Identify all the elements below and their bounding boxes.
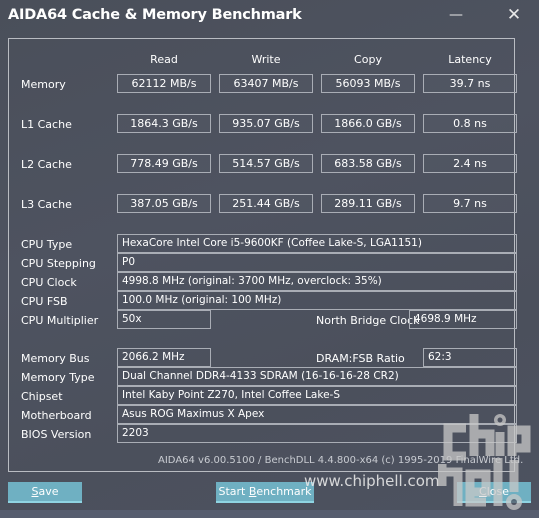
l3-cache-read-value: 387.05 GB/s: [117, 194, 211, 213]
memory-write-value: 63407 MB/s: [219, 74, 313, 93]
memory-read-value: 62112 MB/s: [117, 74, 211, 93]
cpu-clock-value: 4998.8 MHz (original: 3700 MHz, overcloc…: [117, 272, 517, 291]
l2-cache-latency-value: 2.4 ns: [423, 154, 517, 173]
dram-fsb-ratio-value: 62:3: [423, 348, 517, 367]
start-label-pre: Start: [218, 485, 249, 498]
row-label-memory: Memory: [21, 78, 66, 91]
memory-bus-value: 2066.2 MHz: [117, 348, 211, 367]
column-header-write: Write: [251, 53, 281, 66]
cpu-multiplier-label: CPU Multiplier: [21, 314, 99, 327]
cpu-fsb-value: 100.0 MHz (original: 100 MHz): [117, 291, 517, 310]
memory-type-label: Memory Type: [21, 371, 95, 384]
watermark-url: www.chiphell.com: [304, 472, 440, 490]
cpu-stepping-label: CPU Stepping: [21, 257, 96, 270]
window-title: AIDA64 Cache & Memory Benchmark: [8, 7, 302, 23]
column-header-latency: Latency: [448, 53, 492, 66]
save-button[interactable]: Save: [8, 482, 82, 503]
memory-type-value: Dual Channel DDR4-4133 SDRAM (16-16-16-2…: [117, 367, 517, 386]
cpu-type-value: HexaCore Intel Core i5-9600KF (Coffee La…: [117, 234, 517, 253]
dram-fsb-ratio-label: DRAM:FSB Ratio: [316, 352, 405, 365]
cpu-fsb-label: CPU FSB: [21, 295, 68, 308]
cpu-multiplier-value: 50x: [117, 310, 211, 329]
close-window-button[interactable]: ✕: [504, 6, 524, 26]
row-label-l3-cache: L3 Cache: [21, 198, 72, 211]
cpu-type-label: CPU Type: [21, 238, 73, 251]
minimize-button[interactable]: —: [446, 6, 466, 26]
l2-cache-write-value: 514.57 GB/s: [219, 154, 313, 173]
l3-cache-copy-value: 289.11 GB/s: [321, 194, 415, 213]
column-header-read: Read: [150, 53, 178, 66]
column-header-copy: Copy: [354, 53, 382, 66]
chiphell-logo-icon: [438, 414, 531, 510]
l3-cache-write-value: 251.44 GB/s: [219, 194, 313, 213]
l2-cache-copy-value: 683.58 GB/s: [321, 154, 415, 173]
bios-version-label: BIOS Version: [21, 428, 92, 441]
memory-copy-value: 56093 MB/s: [321, 74, 415, 93]
row-label-l1-cache: L1 Cache: [21, 118, 72, 131]
memory-latency-value: 39.7 ns: [423, 74, 517, 93]
cpu-clock-label: CPU Clock: [21, 276, 77, 289]
north-bridge-clock-label: North Bridge Clock: [316, 314, 420, 327]
l1-cache-copy-value: 1866.0 GB/s: [321, 114, 415, 133]
save-label-post: ave: [38, 485, 59, 498]
motherboard-label: Motherboard: [21, 409, 92, 422]
l3-cache-latency-value: 9.7 ns: [423, 194, 517, 213]
row-label-l2-cache: L2 Cache: [21, 158, 72, 171]
cpu-stepping-value: P0: [117, 253, 517, 272]
chipset-value: Intel Kaby Point Z270, Intel Coffee Lake…: [117, 386, 517, 405]
chipset-label: Chipset: [21, 390, 63, 403]
l1-cache-latency-value: 0.8 ns: [423, 114, 517, 133]
north-bridge-clock-value: 4698.9 MHz: [409, 310, 517, 329]
l2-cache-read-value: 778.49 GB/s: [117, 154, 211, 173]
start-benchmark-button[interactable]: Start Benchmark: [216, 482, 314, 503]
memory-bus-label: Memory Bus: [21, 352, 90, 365]
l1-cache-write-value: 935.07 GB/s: [219, 114, 313, 133]
l1-cache-read-value: 1864.3 GB/s: [117, 114, 211, 133]
